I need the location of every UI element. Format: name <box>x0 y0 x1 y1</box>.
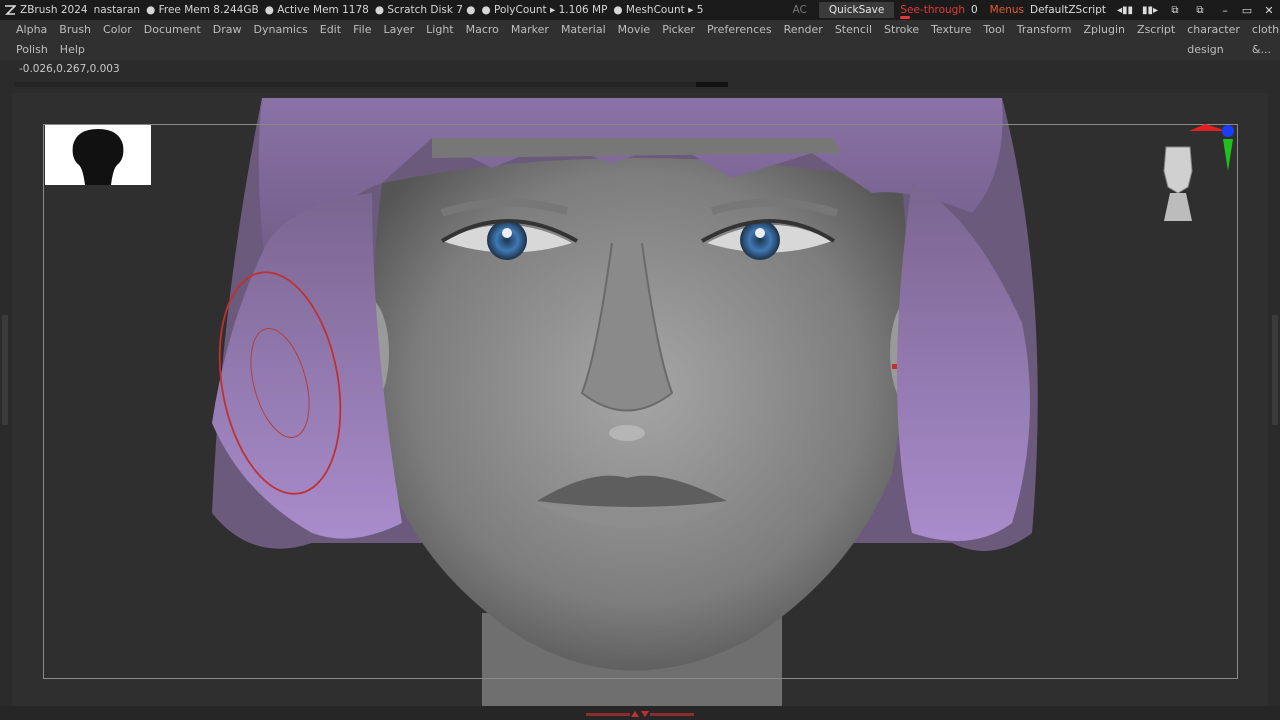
menu-bar: Alpha Brush Color Document Draw Dynamics Edit F… <box>0 20 1280 60</box>
menu-item-transform[interactable]: Transform <box>1011 20 1078 40</box>
brush-cursor <box>218 271 342 495</box>
see-through-slider[interactable]: See-through <box>900 4 965 19</box>
menu-item-zscript[interactable]: Zscript <box>1131 20 1181 40</box>
menu-item-character-design[interactable]: character design <box>1181 20 1246 56</box>
menu-item-marker[interactable]: Marker <box>505 20 555 40</box>
dock-icon[interactable]: ▮▮▸ <box>1139 3 1161 17</box>
menu-item-macro[interactable]: Macro <box>460 20 505 40</box>
free-mem: ● Free Mem 8.244GB <box>146 4 259 16</box>
menu-item-tool[interactable]: Tool <box>977 20 1010 40</box>
undock-icon[interactable]: ◂▮▮ <box>1114 3 1136 17</box>
menu-item-color[interactable]: Color <box>97 20 138 40</box>
menu-item-file[interactable]: File <box>347 20 377 40</box>
menu-item-draw[interactable]: Draw <box>207 20 248 40</box>
menu-item-material[interactable]: Material <box>555 20 612 40</box>
title-bar: ZBrush 2024 nastaran ● Free Mem 8.244GB … <box>0 0 1280 20</box>
menu-item-texture[interactable]: Texture <box>925 20 977 40</box>
silhouette-thumbnail <box>72 129 124 185</box>
tray-toggle-icon[interactable] <box>630 710 650 718</box>
minimize-icon[interactable]: – <box>1214 2 1236 18</box>
menu-item-stroke[interactable]: Stroke <box>878 20 925 40</box>
scratch-disk: ● Scratch Disk 7 ● <box>374 4 476 16</box>
menu-item-light[interactable]: Light <box>420 20 459 40</box>
menu-item-layer[interactable]: Layer <box>377 20 420 40</box>
menu-item-edit[interactable]: Edit <box>314 20 347 40</box>
menu-row-1: Alpha Brush Color Document Draw Dynamics Edit F… <box>10 20 1280 56</box>
menu-item-alpha[interactable]: Alpha <box>10 20 53 40</box>
zbrush-logo-icon <box>5 5 16 15</box>
app-title: ZBrush 2024 <box>20 4 88 16</box>
thumbnail-preview[interactable] <box>45 125 151 185</box>
default-zscript-button[interactable]: DefaultZScript <box>1030 4 1106 16</box>
menu-item-movie[interactable]: Movie <box>612 20 657 40</box>
canvas-viewport[interactable] <box>12 93 1268 706</box>
close-icon[interactable]: ✕ <box>1258 2 1280 18</box>
menu-item-document[interactable]: Document <box>138 20 207 40</box>
bottom-tray-handle-left[interactable] <box>586 713 630 716</box>
see-through-value: 0 <box>970 4 978 16</box>
meshcount: ● MeshCount ▸ 5 <box>613 4 704 16</box>
coordinate-readout: -0.026,0.267,0.003 <box>19 63 120 75</box>
menu-item-render[interactable]: Render <box>778 20 829 40</box>
menu-item-help[interactable]: Help <box>54 40 91 60</box>
progress-bar <box>14 82 728 87</box>
polycount: ● PolyCount ▸ 1.106 MP <box>481 4 608 16</box>
menu-item-brush[interactable]: Brush <box>53 20 97 40</box>
quicksave-button[interactable]: QuickSave <box>818 2 895 18</box>
right-tray-handle[interactable] <box>1272 315 1278 425</box>
layout-icon[interactable]: ⧉ <box>1164 3 1186 17</box>
menu-item-zplugin[interactable]: Zplugin <box>1077 20 1131 40</box>
ac-label[interactable]: AC <box>793 4 807 16</box>
axis-gizmo-icon[interactable] <box>1187 121 1237 176</box>
menu-item-stencil[interactable]: Stencil <box>829 20 878 40</box>
menu-item-cloth[interactable]: cloth &... <box>1246 20 1280 56</box>
menu-row-2: Polish Help <box>10 40 91 60</box>
menu-item-picker[interactable]: Picker <box>656 20 701 40</box>
user-name: nastaran <box>93 4 141 16</box>
menu-item-polish[interactable]: Polish <box>10 40 54 60</box>
ui-layout-icon[interactable]: ⧉ <box>1189 3 1211 17</box>
menu-item-dynamics[interactable]: Dynamics <box>248 20 314 40</box>
active-mem: ● Active Mem 1178 <box>264 4 369 16</box>
progress-indicator <box>696 82 728 87</box>
menus-toggle[interactable]: Menus <box>990 4 1024 16</box>
bottom-tray-handle-right[interactable] <box>650 713 694 716</box>
left-tray-handle[interactable] <box>2 315 8 425</box>
menu-item-preferences[interactable]: Preferences <box>701 20 778 40</box>
maximize-icon[interactable]: ▭ <box>1236 2 1258 18</box>
bottom-tray <box>0 706 1280 720</box>
